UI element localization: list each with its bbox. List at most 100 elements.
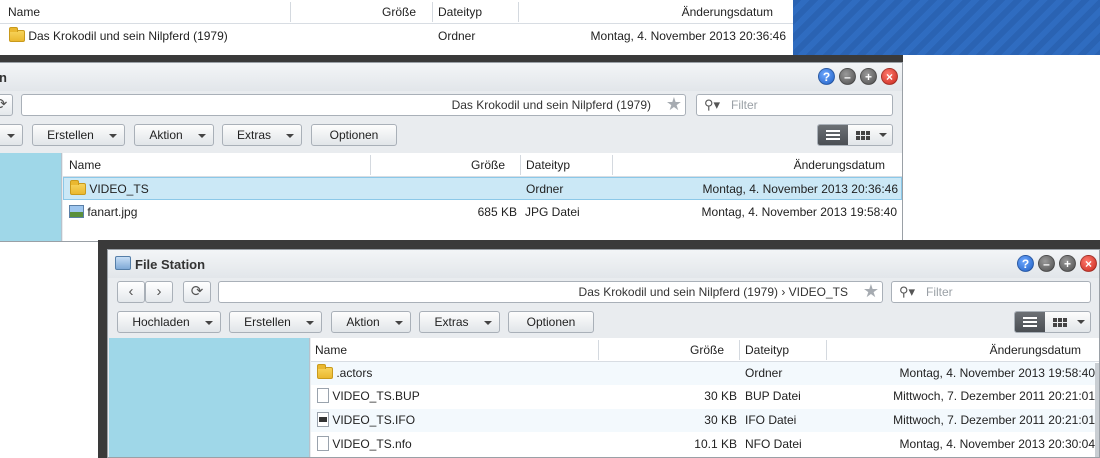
list-view-icon[interactable] [818, 125, 848, 145]
table-row[interactable]: VIDEO_TS.nfo 10.1 KB NFO Datei Montag, 4… [311, 433, 1095, 456]
file-station-window-back: n ? – + × ⟳ Das Krokodil und sein Nilpfe… [0, 62, 903, 242]
column-type[interactable]: Dateityp [745, 338, 789, 362]
video-file-icon [317, 412, 329, 427]
file-size: 10.1 KB [694, 437, 737, 451]
table-row[interactable]: VIDEO_TS Ordner Montag, 4. November 2013… [63, 177, 902, 200]
list-header: Name Größe Dateityp Änderungsdatum [63, 153, 902, 177]
file-list[interactable]: Name Größe Dateityp Änderungsdatum .acto… [311, 338, 1099, 457]
close-icon[interactable]: × [1080, 255, 1097, 272]
file-type: JPG Datei [525, 205, 580, 219]
view-switcher[interactable] [1014, 311, 1091, 333]
list-view-icon[interactable] [1015, 312, 1045, 332]
action-button[interactable]: Aktion [331, 311, 411, 333]
scrollbar[interactable] [1095, 363, 1099, 457]
filter-placeholder: Filter [926, 285, 953, 299]
filter-placeholder: Filter [731, 98, 758, 112]
back-button[interactable]: ‹ [117, 281, 145, 303]
star-icon[interactable]: ★ [666, 94, 682, 114]
file-type: Ordner [745, 366, 783, 380]
star-icon[interactable]: ★ [863, 281, 879, 301]
file-type: NFO Datei [745, 437, 802, 451]
file-type: IFO Datei [745, 413, 797, 427]
file-icon [317, 436, 329, 451]
chevron-down-icon[interactable] [1077, 320, 1085, 324]
maximize-icon[interactable]: + [1059, 255, 1076, 272]
refresh-button[interactable]: ⟳ [0, 94, 13, 116]
top-list-header: Name Größe Dateityp Änderungsdatum [0, 0, 793, 24]
column-size[interactable]: Größe [300, 0, 416, 24]
options-button[interactable]: Optionen [508, 311, 594, 333]
path-bar[interactable]: Das Krokodil und sein Nilpferd (1979) › … [218, 281, 883, 303]
filter-input[interactable]: ⚲▾ Filter [891, 281, 1091, 303]
image-file-icon [69, 205, 84, 218]
create-button[interactable]: Erstellen [229, 311, 322, 333]
file-size: 30 KB [704, 413, 737, 427]
help-icon[interactable]: ? [1017, 255, 1034, 272]
column-name[interactable]: Name [69, 153, 101, 177]
close-icon[interactable]: × [881, 68, 898, 85]
minimize-icon[interactable]: – [839, 68, 856, 85]
column-name[interactable]: Name [315, 338, 347, 362]
window-titlebar[interactable]: n ? – + × [0, 63, 902, 91]
file-name: fanart.jpg [87, 205, 138, 219]
file-name: VIDEO_TS.IFO [332, 413, 416, 427]
grid-view-icon[interactable] [849, 125, 877, 145]
column-size[interactable]: Größe [611, 338, 724, 362]
folder-icon [70, 180, 86, 195]
search-icon: ⚲▾ [899, 284, 916, 299]
folder-icon [9, 27, 25, 42]
file-type: Ordner [526, 182, 564, 196]
file-date: Montag, 4. November 2013 19:58:40 [701, 205, 897, 219]
action-button[interactable]: Aktion [134, 124, 214, 146]
column-date[interactable]: Änderungsdatum [841, 338, 1081, 362]
file-size: 30 KB [704, 389, 737, 403]
column-size[interactable]: Größe [383, 153, 505, 177]
table-row[interactable]: VIDEO_TS.BUP 30 KB BUP Datei Mittwoch, 7… [311, 385, 1095, 408]
table-row[interactable]: .actors Ordner Montag, 4. November 2013 … [311, 362, 1095, 385]
sidebar[interactable] [109, 338, 310, 457]
filter-input[interactable]: ⚲▾ Filter [696, 94, 893, 116]
forward-button[interactable]: › [145, 281, 173, 303]
desktop-background [793, 0, 1100, 55]
path-bar[interactable]: Das Krokodil und sein Nilpferd (1979) ★ [21, 94, 686, 116]
window-titlebar[interactable]: File Station ? – + × [108, 250, 1099, 278]
chevron-down-icon[interactable] [879, 133, 887, 137]
upload-button[interactable] [0, 124, 23, 146]
options-button[interactable]: Optionen [311, 124, 397, 146]
path-text: Das Krokodil und sein Nilpferd (1979) › … [578, 285, 848, 299]
file-date: Mittwoch, 7. Dezember 2011 20:21:01 [893, 389, 1095, 403]
table-row[interactable]: VIDEO_TS.IFO 30 KB IFO Datei Mittwoch, 7… [311, 409, 1095, 432]
list-item[interactable]: Das Krokodil und sein Nilpferd (1979) Or… [0, 25, 793, 48]
column-date[interactable]: Änderungsdatum [623, 153, 885, 177]
view-switcher[interactable] [817, 124, 893, 146]
folder-icon [317, 364, 333, 379]
column-type[interactable]: Dateityp [438, 0, 482, 24]
file-size: 685 KB [477, 205, 517, 219]
file-name: VIDEO_TS.nfo [332, 437, 412, 451]
grid-view-icon[interactable] [1046, 312, 1074, 332]
list-header: Name Größe Dateityp Änderungsdatum [311, 338, 1099, 362]
upload-button[interactable]: Hochladen [117, 311, 221, 333]
file-name: Das Krokodil und sein Nilpferd (1979) [28, 29, 228, 43]
column-date[interactable]: Änderungsdatum [530, 0, 773, 24]
extras-button[interactable]: Extras [419, 311, 500, 333]
file-type: BUP Datei [745, 389, 801, 403]
help-icon[interactable]: ? [818, 68, 835, 85]
table-row[interactable]: fanart.jpg 685 KB JPG Datei Montag, 4. N… [63, 201, 902, 224]
maximize-icon[interactable]: + [860, 68, 877, 85]
minimize-icon[interactable]: – [1038, 255, 1055, 272]
file-name: VIDEO_TS [89, 182, 149, 196]
extras-button[interactable]: Extras [222, 124, 302, 146]
path-text: Das Krokodil und sein Nilpferd (1979) [451, 98, 651, 112]
file-list[interactable]: Name Größe Dateityp Änderungsdatum VIDEO… [63, 153, 902, 241]
sidebar[interactable] [0, 153, 62, 241]
column-type[interactable]: Dateityp [526, 153, 570, 177]
file-date: Montag, 4. November 2013 20:36:46 [702, 182, 898, 196]
refresh-button[interactable]: ⟳ [183, 281, 211, 303]
file-date: Montag, 4. November 2013 20:36:46 [590, 29, 786, 43]
file-icon [317, 388, 329, 403]
file-date: Montag, 4. November 2013 19:58:40 [899, 366, 1095, 380]
file-date: Mittwoch, 7. Dezember 2011 20:21:01 [893, 413, 1095, 427]
create-button[interactable]: Erstellen [32, 124, 125, 146]
column-name[interactable]: Name [8, 0, 40, 24]
